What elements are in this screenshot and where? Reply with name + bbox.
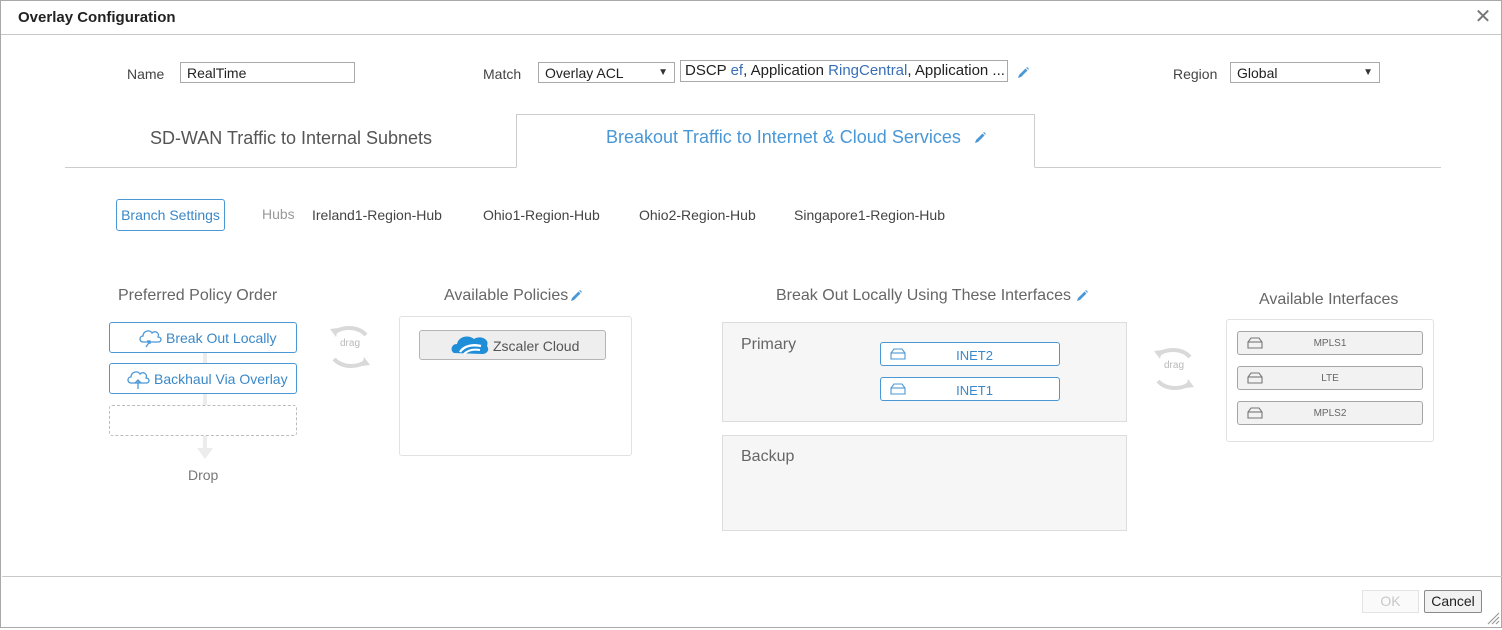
policy-backhaul-via-overlay[interactable]: Backhaul Via Overlay — [109, 363, 297, 394]
match-summary-text: , Application — [743, 62, 829, 79]
cloud-breakout-icon — [136, 327, 164, 349]
available-policies-title: Available Policies — [444, 287, 569, 304]
available-interfaces-title: Available Interfaces — [1259, 291, 1399, 308]
dropdown-arrow-icon: ▼ — [658, 67, 668, 78]
resize-grip-icon[interactable] — [1486, 611, 1500, 625]
breakout-interfaces-title: Break Out Locally Using These Interfaces — [776, 287, 1071, 304]
tab-label: Breakout Traffic to Internet & Cloud Ser… — [606, 127, 961, 147]
interface-mpls2[interactable]: MPLS2 — [1237, 401, 1423, 425]
edit-match-pencil-icon[interactable] — [1016, 66, 1030, 80]
interface-label: INET1 — [956, 383, 993, 398]
policy-connector — [203, 394, 207, 405]
interface-label: LTE — [1321, 373, 1339, 384]
ok-button[interactable]: OK — [1362, 590, 1419, 613]
policy-zscaler-cloud[interactable]: Zscaler Cloud — [419, 330, 606, 360]
policy-label: Zscaler Cloud — [493, 338, 580, 354]
drag-arrows-icon: drag — [1152, 343, 1196, 395]
drop-arrow-icon — [197, 448, 213, 459]
dialog-title: Overlay Configuration — [18, 9, 176, 26]
match-summary-field[interactable]: DSCP ef, Application RingCentral, Applic… — [680, 60, 1008, 82]
tab-label: SD-WAN Traffic to Internal Subnets — [149, 128, 433, 148]
hub-ohio1[interactable]: Ohio1-Region-Hub — [483, 207, 600, 223]
region-label: Region — [1173, 66, 1218, 82]
match-summary-text: DSCP — [685, 62, 731, 79]
close-icon[interactable]: ✕ — [1473, 6, 1493, 28]
interface-inet1[interactable]: INET1 — [880, 377, 1060, 401]
region-select[interactable]: Global ▼ — [1230, 62, 1380, 83]
policy-drop-slot[interactable] — [109, 405, 297, 436]
name-label: Name — [127, 66, 165, 82]
edit-tab-pencil-icon[interactable] — [973, 131, 987, 145]
match-label: Match — [483, 66, 522, 82]
interface-label: MPLS1 — [1313, 338, 1347, 349]
hubs-label: Hubs — [262, 206, 295, 222]
application-value: RingCentral — [828, 62, 908, 79]
match-select-value: Overlay ACL — [545, 65, 624, 81]
preferred-policy-order-title: Preferred Policy Order — [118, 287, 278, 304]
policy-break-out-locally[interactable]: Break Out Locally — [109, 322, 297, 353]
policy-label: Backhaul Via Overlay — [154, 371, 288, 387]
interface-mpls1[interactable]: MPLS1 — [1237, 331, 1423, 355]
branch-settings-button[interactable]: Branch Settings — [116, 199, 225, 231]
drag-label: drag — [1163, 360, 1184, 371]
cancel-button[interactable]: Cancel — [1424, 590, 1482, 613]
hub-singapore1[interactable]: Singapore1-Region-Hub — [794, 207, 945, 223]
drag-arrows-icon: drag — [328, 321, 372, 373]
interface-label: MPLS2 — [1313, 408, 1347, 419]
dscp-value: ef — [730, 62, 744, 79]
region-select-value: Global — [1237, 65, 1278, 81]
interface-lte[interactable]: LTE — [1237, 366, 1423, 390]
interface-inet2[interactable]: INET2 — [880, 342, 1060, 366]
name-input[interactable] — [180, 62, 355, 83]
backup-label: Backup — [741, 448, 795, 465]
edit-policies-pencil-icon[interactable] — [569, 289, 583, 303]
primary-label: Primary — [741, 336, 797, 353]
overlay-configuration-dialog: Overlay Configuration ✕ Name Match Overl… — [0, 0, 1502, 628]
interface-label: INET2 — [956, 348, 993, 363]
dialog-titlebar: Overlay Configuration ✕ — [1, 1, 1501, 35]
zscaler-logo-icon — [450, 333, 490, 362]
match-summary-text: , Application ... — [907, 62, 1005, 79]
tab-breakout-internet-cloud[interactable]: Breakout Traffic to Internet & Cloud Ser… — [516, 114, 1035, 168]
match-select[interactable]: Overlay ACL ▼ — [538, 62, 675, 83]
policy-connector — [203, 353, 207, 363]
dropdown-arrow-icon: ▼ — [1363, 67, 1373, 78]
drop-label: Drop — [188, 467, 219, 483]
policy-label: Break Out Locally — [166, 330, 277, 346]
drag-label: drag — [339, 338, 360, 349]
tab-sdwan-internal-subnets[interactable]: SD-WAN Traffic to Internal Subnets — [65, 114, 517, 167]
hub-ireland1[interactable]: Ireland1-Region-Hub — [312, 207, 442, 223]
cloud-backhaul-icon — [124, 368, 152, 390]
footer-divider — [2, 576, 1502, 577]
edit-interfaces-pencil-icon[interactable] — [1075, 289, 1089, 303]
hub-ohio2[interactable]: Ohio2-Region-Hub — [639, 207, 756, 223]
